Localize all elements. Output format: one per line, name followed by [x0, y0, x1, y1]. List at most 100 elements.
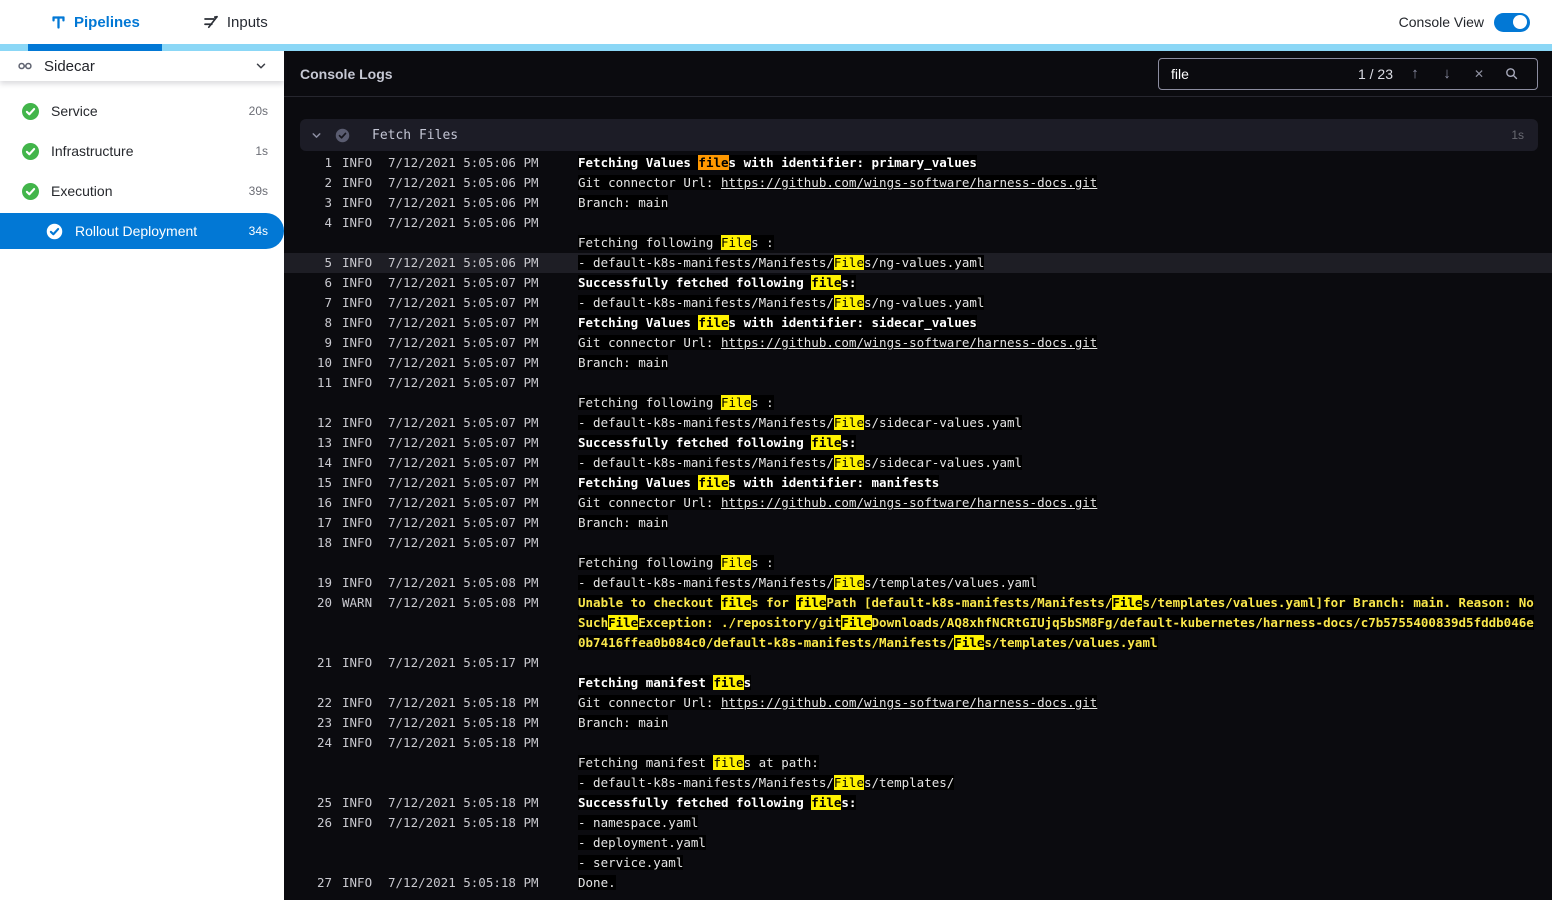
tab-pipelines[interactable]: Pipelines — [28, 0, 162, 51]
log-message: - default-k8s-manifests/Manifests/Files/… — [578, 573, 1542, 593]
log-line: 1 INFO 7/12/2021 5:05:06 PM Fetching Values… — [284, 153, 1552, 173]
log-line-number: 9 — [324, 335, 332, 350]
log-line: 20 WARN 7/12/2021 5:05:08 PM Unable to chec… — [284, 593, 1552, 653]
log-line: 22 INFO 7/12/2021 5:05:18 PM Git connector … — [284, 693, 1552, 713]
log-text: Fetching Values — [578, 315, 699, 330]
tab-inputs[interactable]: Inputs — [192, 0, 278, 44]
sidebar-stage-header[interactable]: Sidecar — [0, 51, 284, 81]
log-level: INFO — [342, 655, 373, 670]
log-message: - default-k8s-manifests/Manifests/Files/… — [578, 413, 1542, 433]
log-text: s/templates/values.yaml — [863, 575, 1038, 590]
log-message-text: Branch: main — [578, 515, 669, 530]
chevron-down-icon — [310, 129, 323, 142]
search-prev-button[interactable]: ↑ — [1399, 59, 1431, 89]
log-scroll-area: Fetch Files 1s 1 INFO 7/12/2021 5:05:06 PM… — [284, 97, 1552, 900]
log-message-text: Git connector Url: https://github.com/wi… — [578, 175, 1098, 190]
log-text: s with identifier: manifests — [728, 475, 940, 490]
log-message-text: Successfully fetched following files: — [578, 275, 857, 290]
log-message-text: Fetching Values files with identifier: m… — [578, 475, 940, 490]
log-timestamp: 7/12/2021 5:05:06 PM — [388, 155, 539, 170]
log-message-row: Fetching Values files with identifier: p… — [578, 153, 1534, 173]
search-highlight: file — [796, 595, 827, 610]
log-line: 4 INFO 7/12/2021 5:05:06 PM Fetching follow… — [284, 213, 1552, 253]
app-window: Pipelines Inputs Console View Sidecar Se… — [0, 0, 1552, 900]
log-message-row — [578, 653, 1534, 673]
log-text: Fetching Values — [578, 155, 699, 170]
log-link[interactable]: https://github.com/wings-software/harnes… — [721, 695, 1097, 710]
log-line: 27 INFO 7/12/2021 5:05:18 PM Done. — [284, 873, 1552, 893]
log-line-number: 4 — [324, 215, 332, 230]
console-panel: Console Logs 1 / 23 ↑ ↓ ✕ — [284, 51, 1552, 900]
log-message: Branch: main — [578, 713, 1542, 733]
log-timestamp: 7/12/2021 5:05:07 PM — [388, 515, 539, 530]
log-line-number: 12 — [316, 415, 332, 430]
search-highlight: File — [833, 575, 864, 590]
log-level: INFO — [342, 455, 373, 470]
log-text: - service.yaml — [578, 855, 684, 870]
log-line: 15 INFO 7/12/2021 5:05:07 PM Fetching Value… — [284, 473, 1552, 493]
log-timestamp: 7/12/2021 5:05:18 PM — [388, 795, 539, 810]
log-level: INFO — [342, 315, 373, 330]
log-section-fetch-files[interactable]: Fetch Files 1s — [300, 119, 1538, 151]
log-message-row: Successfully fetched following files: — [578, 433, 1534, 453]
log-message-row: Branch: main — [578, 193, 1534, 213]
log-message: Successfully fetched following files: — [578, 793, 1542, 813]
log-text: - default-k8s-manifests/Manifests/ — [578, 255, 834, 270]
chevron-down-icon — [254, 59, 268, 73]
section-title: Fetch Files — [372, 127, 459, 143]
log-line: 11 INFO 7/12/2021 5:05:07 PM Fetching follo… — [284, 373, 1552, 413]
log-link[interactable]: https://github.com/wings-software/harnes… — [721, 335, 1097, 350]
log-message-text: Fetching following Files : — [578, 395, 774, 410]
log-timestamp: 7/12/2021 5:05:07 PM — [388, 475, 539, 490]
log-link[interactable]: https://github.com/wings-software/harnes… — [721, 495, 1097, 510]
log-text: Git connector Url: — [578, 495, 721, 510]
log-message-row: Fetching following Files : — [578, 553, 1534, 573]
search-highlight: file — [698, 315, 729, 330]
sidebar-item-service[interactable]: Service 20s — [0, 91, 284, 131]
search-highlight: File — [833, 415, 864, 430]
log-timestamp: 7/12/2021 5:05:06 PM — [388, 195, 539, 210]
log-timestamp: 7/12/2021 5:05:07 PM — [388, 315, 539, 330]
log-message-text: - default-k8s-manifests/Manifests/Files/… — [578, 295, 985, 310]
log-message-text: Fetching following Files : — [578, 555, 774, 570]
step-list: Service 20s Infrastructure 1s Execution 39s Ro… — [0, 81, 284, 251]
log-timestamp: 7/12/2021 5:05:06 PM — [388, 255, 539, 270]
log-level: INFO — [342, 415, 373, 430]
search-close-button[interactable]: ✕ — [1463, 59, 1495, 89]
log-text: Successfully fetched following — [578, 275, 812, 290]
log-message-text: - default-k8s-manifests/Manifests/Files/… — [578, 775, 955, 790]
search-next-button[interactable]: ↓ — [1431, 59, 1463, 89]
search-input[interactable] — [1171, 65, 1358, 82]
toggle-knob — [1513, 15, 1527, 29]
search-highlight: File — [833, 775, 864, 790]
log-line-number: 2 — [324, 175, 332, 190]
sidebar-item-execution[interactable]: Execution 39s — [0, 171, 284, 211]
log-text: Fetching Values — [578, 475, 699, 490]
log-message-text: - default-k8s-manifests/Manifests/Files/… — [578, 455, 1023, 470]
console-view-toggle[interactable] — [1494, 12, 1530, 32]
sidebar-item-infrastructure[interactable]: Infrastructure 1s — [0, 131, 284, 171]
log-line: 13 INFO 7/12/2021 5:05:07 PM Successfully f… — [284, 433, 1552, 453]
log-message: Successfully fetched following files: — [578, 433, 1542, 453]
log-level: INFO — [342, 535, 373, 550]
log-message: - namespace.yaml - deployment.yaml - servi… — [578, 813, 1542, 873]
inputs-icon — [202, 13, 220, 31]
log-link[interactable]: https://github.com/wings-software/harnes… — [721, 175, 1097, 190]
log-line-number: 6 — [324, 275, 332, 290]
success-check-icon — [22, 182, 39, 200]
log-level: INFO — [342, 695, 373, 710]
log-message-row: Git connector Url: https://github.com/wi… — [578, 693, 1534, 713]
log-line-number: 11 — [316, 375, 332, 390]
sidebar-item-rollout-deployment[interactable]: Rollout Deployment 34s — [0, 213, 284, 249]
log-message-row: Git connector Url: https://github.com/wi… — [578, 493, 1534, 513]
log-message: Fetching manifest files — [578, 653, 1542, 693]
log-timestamp: 7/12/2021 5:05:18 PM — [388, 815, 539, 830]
search-icon[interactable] — [1495, 59, 1527, 89]
tab-pipelines-label: Pipelines — [74, 13, 140, 31]
log-line-number: 15 — [316, 475, 332, 490]
step-success-icon — [335, 128, 350, 143]
log-level: INFO — [342, 815, 373, 830]
log-level: INFO — [342, 175, 373, 190]
log-text: s/ng-values.yaml — [863, 295, 985, 310]
log-message-text: Successfully fetched following files: — [578, 795, 857, 810]
